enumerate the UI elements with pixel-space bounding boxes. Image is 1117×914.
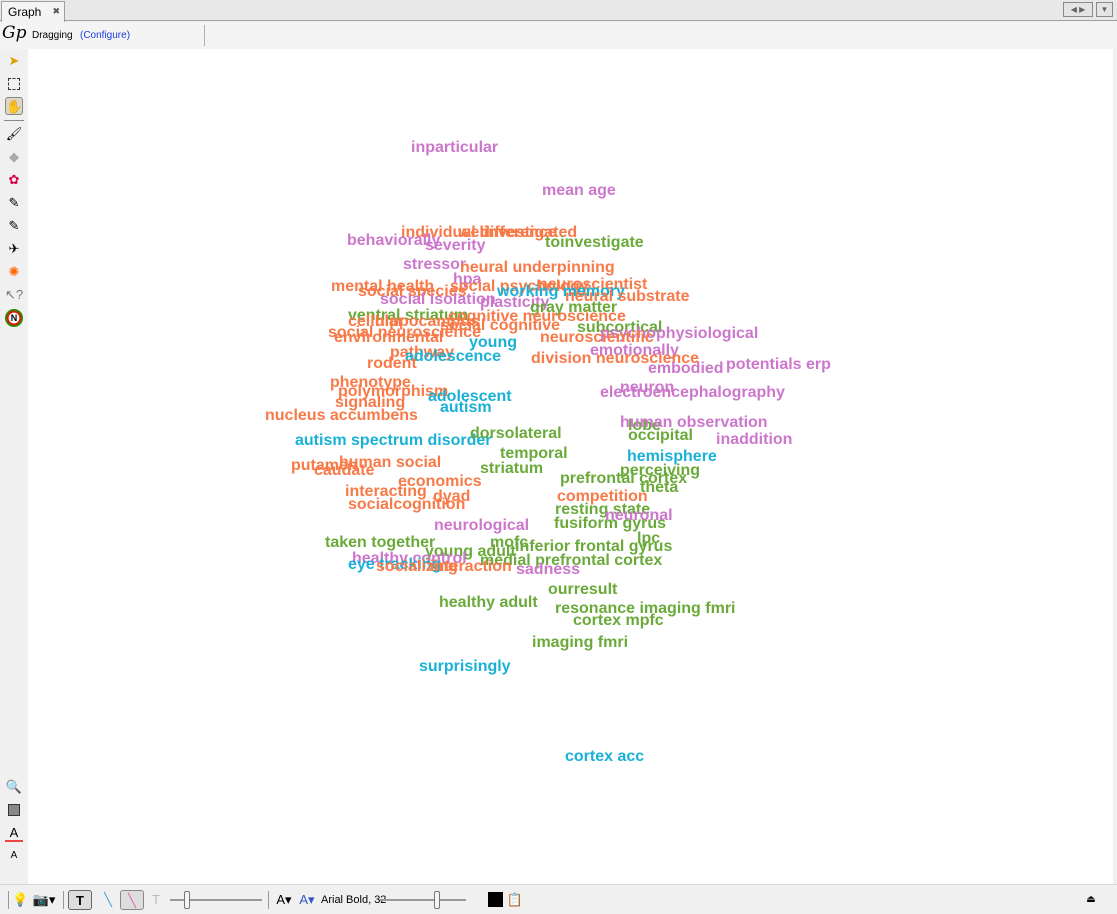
divider — [268, 891, 269, 909]
airplane-icon[interactable]: ✈ — [5, 240, 23, 258]
font-size-mode-icon[interactable]: A▾ — [275, 890, 293, 910]
node-label[interactable]: imaging fmri — [532, 634, 628, 652]
node-label[interactable]: rodent — [367, 355, 417, 373]
node-label[interactable]: sadness — [516, 561, 580, 579]
node-label[interactable]: dyad — [433, 488, 470, 506]
pointer-icon[interactable]: ➤ — [5, 52, 23, 70]
node-label[interactable]: inparticular — [411, 139, 498, 157]
tab-graph[interactable]: Graph ✖ — [1, 1, 65, 22]
node-label[interactable]: healthy adult — [439, 594, 538, 612]
color-palette-icon[interactable]: ✿ — [5, 171, 23, 189]
font-size-icon[interactable]: A — [5, 847, 23, 865]
node-label[interactable]: neural underpinning — [460, 259, 615, 277]
node-label[interactable]: toinvestigate — [545, 234, 644, 252]
tab-scroll-buttons[interactable]: ◀ ▶ — [1063, 2, 1093, 17]
divider — [63, 891, 64, 909]
pencil-icon[interactable]: ✎ — [5, 194, 23, 212]
show-labels-toggle[interactable]: T — [68, 890, 92, 910]
node-label[interactable]: cortex acc — [565, 748, 644, 766]
label-attributes-icon[interactable]: 📋 — [506, 890, 524, 910]
tab-list-dropdown[interactable]: ▼ — [1096, 2, 1113, 17]
divider — [204, 25, 205, 46]
divider — [8, 891, 9, 909]
tab-bar: Graph ✖ ◀ ▶ ▼ — [0, 0, 1117, 22]
node-label[interactable]: severity — [425, 237, 486, 255]
left-toolbar: ➤ ✋ 🖌 ◆ ✿ ✎ ✎ ✈ ✺ ↖? N 🔍 A A — [0, 49, 28, 884]
edge-pencil-icon[interactable]: ✎ — [5, 217, 23, 235]
node-label[interactable]: caudate — [314, 462, 374, 480]
color-wheel-n-icon[interactable]: N — [5, 309, 23, 327]
lightbulb-icon[interactable]: 💡 — [12, 890, 28, 910]
label-size-slider[interactable] — [380, 899, 466, 901]
node-label[interactable]: adolescence — [405, 348, 501, 366]
expand-panel-icon[interactable]: ⏏ — [1084, 890, 1098, 910]
node-label[interactable]: interaction — [430, 558, 512, 576]
node-label[interactable]: inaddition — [716, 431, 792, 449]
node-label[interactable]: autism — [440, 399, 492, 417]
edge-color-icon[interactable]: ╲ — [120, 890, 144, 910]
tab-title: Graph — [8, 5, 42, 19]
configure-link[interactable]: (Configure) — [80, 30, 130, 41]
edge-scale-slider-knob[interactable] — [184, 891, 190, 909]
hand-drag-icon[interactable]: ✋ — [5, 97, 23, 115]
node-label[interactable]: neurological — [434, 517, 529, 535]
label-size-slider-knob[interactable] — [434, 891, 440, 909]
show-edges-icon[interactable]: ╲ — [98, 890, 118, 910]
screenshot-camera-icon[interactable]: 📷▾ — [32, 890, 56, 910]
bottom-toolbar: 💡 📷▾ T ╲ ╲ T A▾ A▾ Arial Bold, 32 📋 ⏏ — [0, 884, 1117, 914]
zoom-icon[interactable]: 🔍 — [5, 778, 23, 796]
node-label[interactable]: ourresult — [548, 581, 617, 599]
node-label[interactable]: nucleus accumbens — [265, 407, 418, 425]
background-color-icon[interactable] — [5, 801, 23, 819]
rectangle-select-icon[interactable] — [5, 75, 23, 93]
diamond-size-icon[interactable]: ◆ — [5, 148, 23, 166]
close-icon[interactable]: ✖ — [52, 6, 60, 17]
label-color-swatch[interactable] — [488, 892, 503, 907]
settings-sun-icon[interactable]: ✺ — [5, 263, 23, 281]
node-label[interactable]: occipital — [628, 427, 693, 445]
pointer-help-icon[interactable]: ↖? — [5, 286, 23, 304]
graph-canvas[interactable]: inparticular mean age individual differenc… — [28, 49, 1113, 884]
font-selector[interactable]: Arial Bold, 32 — [321, 890, 386, 910]
top-toolbar: Gp Dragging (Configure) — [0, 22, 1117, 49]
node-label[interactable]: neuron — [620, 379, 674, 397]
node-label[interactable]: surprisingly — [419, 658, 511, 676]
brush-icon[interactable]: 🖌 — [5, 125, 23, 143]
node-label[interactable]: dorsolateral — [470, 425, 562, 443]
node-label[interactable]: mean age — [542, 182, 616, 200]
node-label[interactable]: temporal — [500, 445, 568, 463]
node-label[interactable]: potentials erp — [726, 356, 831, 374]
current-tool-label: Dragging — [32, 30, 73, 41]
gephi-logo-icon: Gp — [2, 23, 27, 43]
font-color-icon[interactable]: A — [5, 824, 23, 842]
font-color-mode-icon[interactable]: A▾ — [298, 890, 316, 910]
node-label[interactable]: embodied — [648, 360, 724, 378]
node-label[interactable]: cortex mpfc — [573, 612, 664, 630]
node-label[interactable]: autism spectrum disorder — [295, 432, 492, 450]
divider — [4, 120, 24, 121]
edge-labels-icon[interactable]: T — [148, 890, 164, 910]
